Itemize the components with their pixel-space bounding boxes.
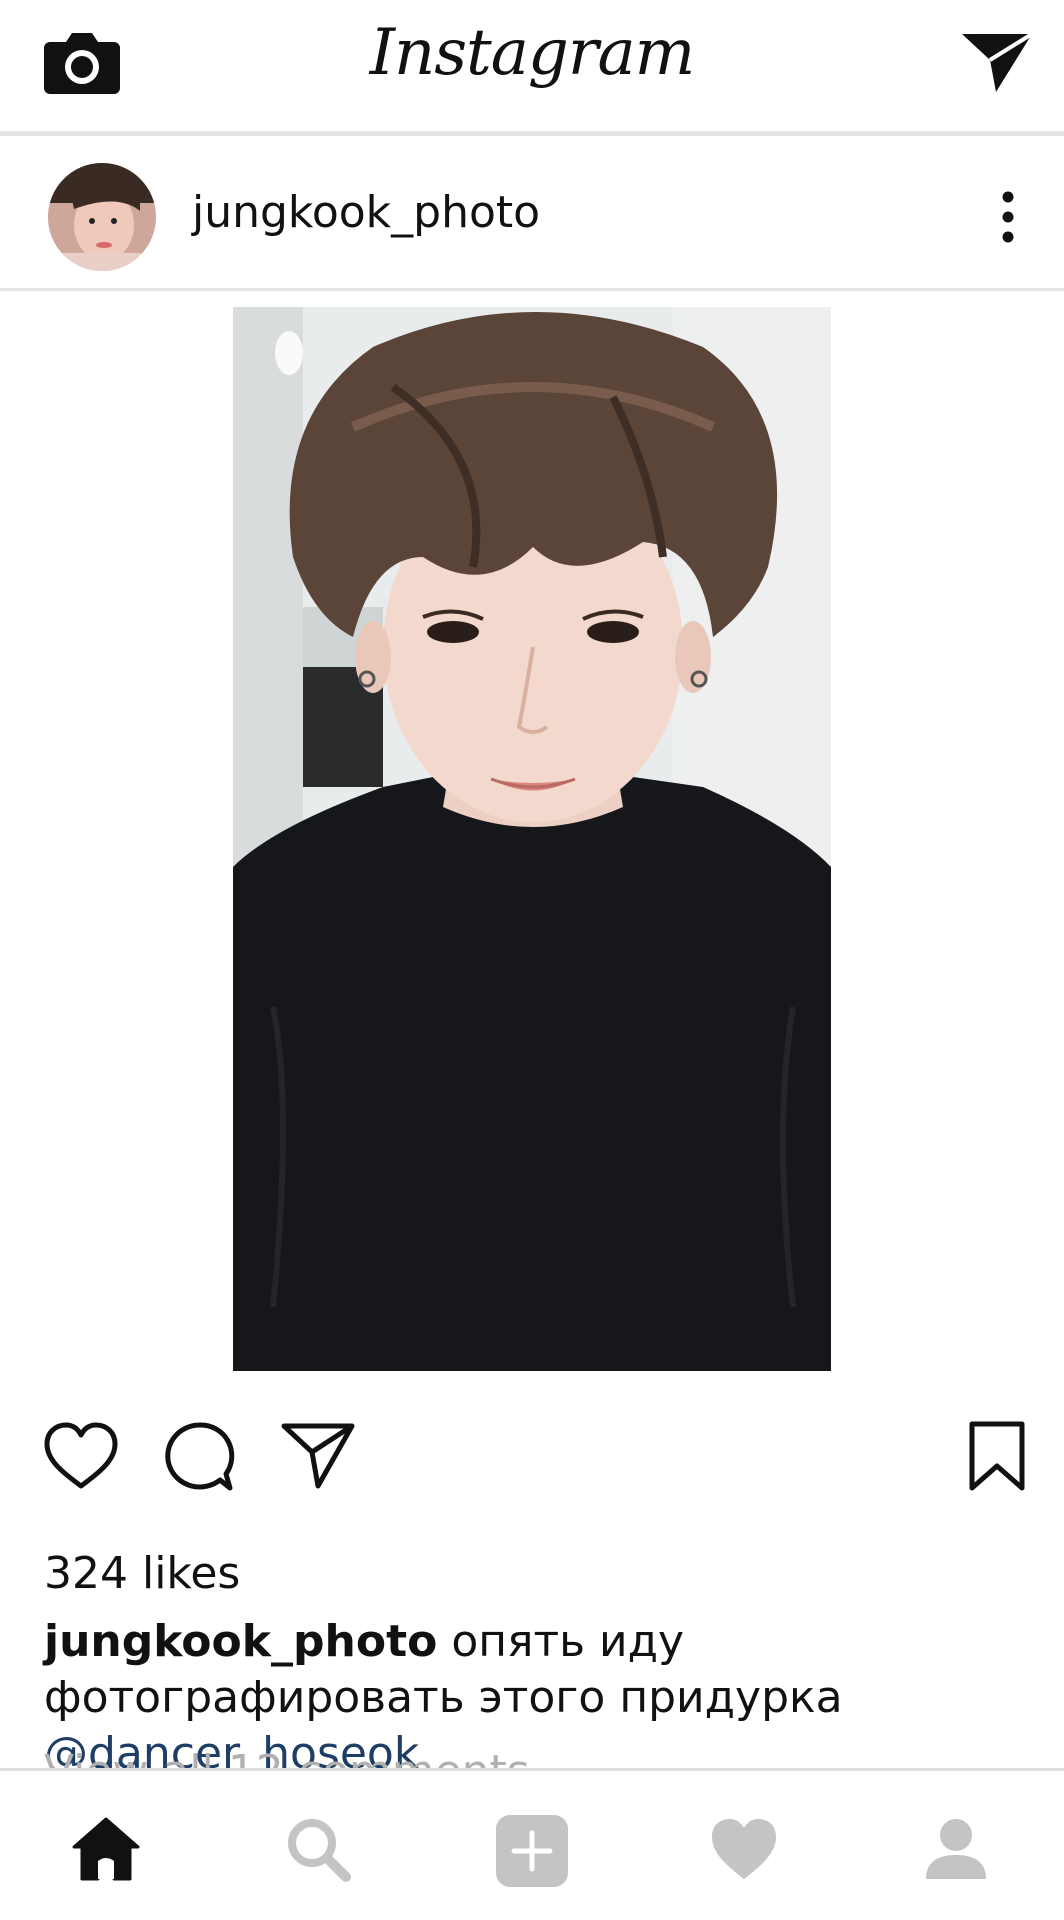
add-icon[interactable]: [494, 1813, 568, 1887]
share-icon[interactable]: [280, 1420, 356, 1496]
paper-plane-icon[interactable]: [960, 30, 1034, 96]
caption-username[interactable]: jungkook_photo: [44, 1616, 437, 1667]
bookmark-icon[interactable]: [966, 1420, 1028, 1498]
heart-icon[interactable]: [42, 1420, 120, 1496]
bottom-nav: [0, 1768, 1064, 1920]
post-photo[interactable]: [233, 307, 831, 1371]
top-app-bar: Instagram: [0, 0, 1064, 136]
instagram-app: Instagram jungkook_photo 324 likes jungk…: [0, 0, 1064, 1920]
post-username[interactable]: jungkook_photo: [192, 185, 540, 241]
home-icon[interactable]: [70, 1813, 142, 1885]
post-header: jungkook_photo: [0, 141, 1064, 291]
search-icon[interactable]: [282, 1813, 354, 1885]
instagram-logo: Instagram: [369, 16, 696, 90]
view-comments-link[interactable]: View all 12 comments: [44, 1744, 530, 1768]
likes-count[interactable]: 324 likes: [44, 1546, 240, 1602]
profile-icon[interactable]: [920, 1813, 992, 1885]
activity-heart-icon[interactable]: [708, 1813, 780, 1885]
post-actions: [0, 1420, 1064, 1510]
avatar[interactable]: [48, 163, 156, 271]
comment-icon[interactable]: [162, 1420, 236, 1498]
more-vertical-icon[interactable]: [998, 187, 1018, 247]
